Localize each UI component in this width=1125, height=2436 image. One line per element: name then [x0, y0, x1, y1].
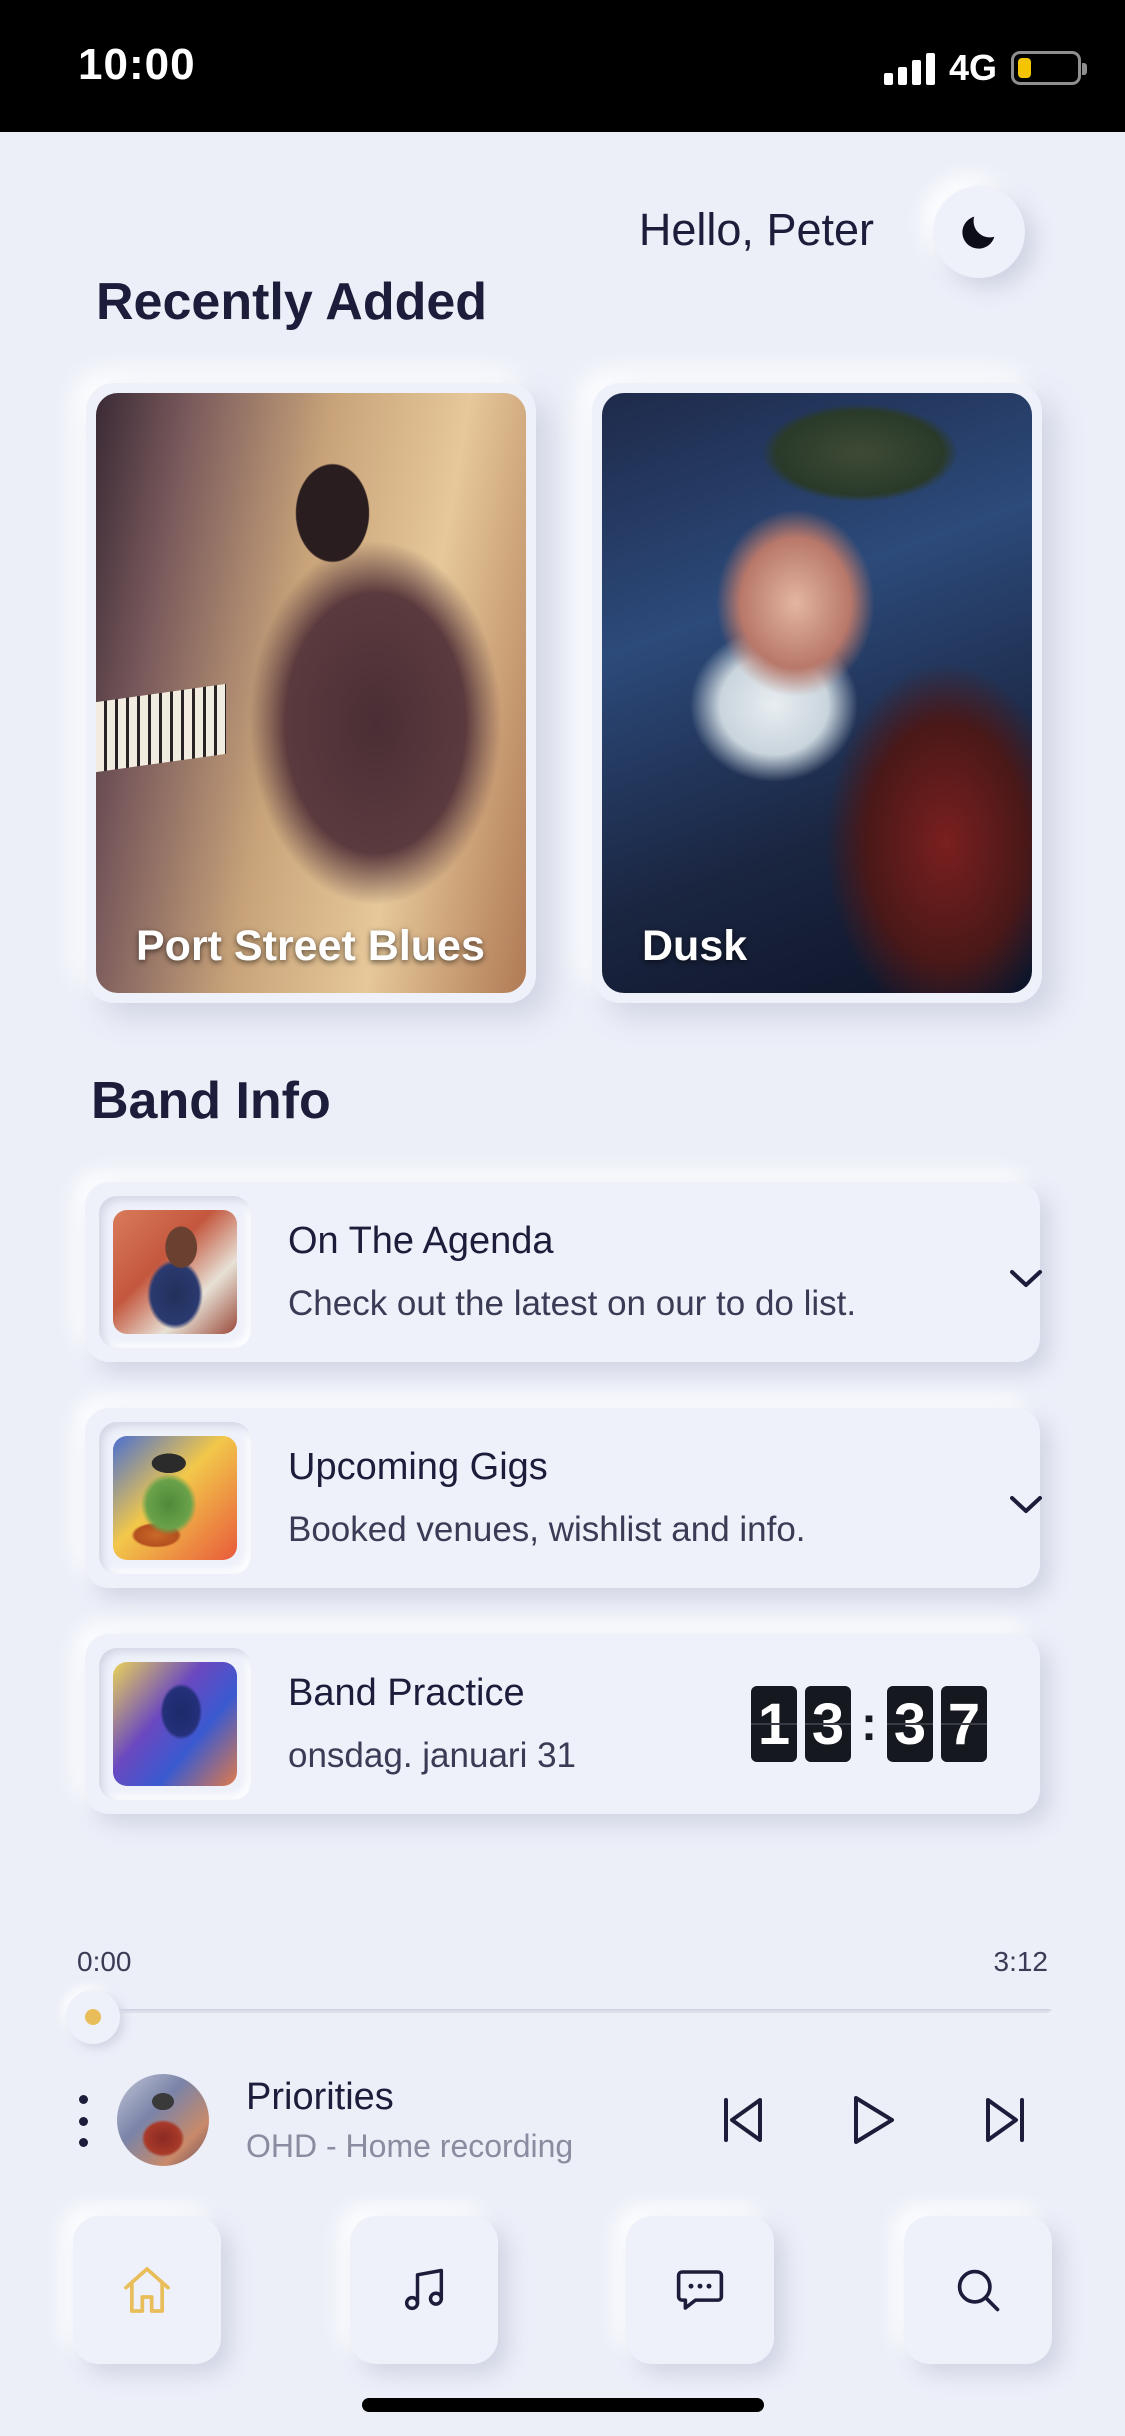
album-art: Port Street Blues	[96, 393, 526, 993]
network-type: 4G	[948, 47, 997, 88]
card-title: Band Practice	[288, 1672, 525, 1714]
elapsed-time: 0:00	[77, 1946, 132, 1977]
clock-digit: 1	[751, 1686, 797, 1762]
nav-search-button[interactable]	[904, 2216, 1052, 2364]
next-track-icon[interactable]	[982, 2092, 1028, 2148]
nav-chat-button[interactable]	[626, 2216, 774, 2364]
info-card-practice[interactable]: Band Practice onsdag. januari 31 1 3 : 3…	[85, 1634, 1040, 1814]
album-title: Dusk	[642, 922, 748, 970]
chat-icon	[676, 2270, 724, 2310]
more-options-icon[interactable]	[76, 2095, 90, 2147]
card-subtitle: Booked venues, wishlist and info.	[288, 1510, 806, 1549]
status-bar: 10:00 4G	[0, 0, 1125, 132]
album-art: Dusk	[602, 393, 1032, 993]
card-image	[113, 1210, 237, 1334]
status-indicators: 4G	[883, 46, 1087, 90]
music-note-icon	[404, 2268, 444, 2311]
search-icon	[957, 2269, 1000, 2312]
previous-track-icon[interactable]	[720, 2092, 766, 2148]
home-indicator	[362, 2398, 764, 2412]
status-time: 10:00	[78, 40, 196, 89]
card-subtitle: onsdag. januari 31	[288, 1736, 576, 1775]
album-title: Port Street Blues	[136, 922, 485, 970]
album-card[interactable]: Port Street Blues	[86, 383, 536, 1003]
chevron-down-icon[interactable]	[1008, 1494, 1044, 1516]
album-card[interactable]: Dusk	[592, 383, 1042, 1003]
clock-digit: 3	[886, 1686, 933, 1762]
battery-icon	[1011, 51, 1087, 85]
clock-digit: 7	[940, 1686, 987, 1762]
card-title: Upcoming Gigs	[288, 1446, 548, 1488]
card-thumbnail	[99, 1422, 251, 1574]
card-title: On The Agenda	[288, 1220, 554, 1262]
moon-icon	[962, 216, 995, 249]
track-title: Priorities	[246, 2076, 394, 2118]
clock-digit: 3	[805, 1686, 851, 1762]
progress-bar[interactable]	[92, 2009, 1052, 2015]
info-card-gigs[interactable]: Upcoming Gigs Booked venues, wishlist an…	[85, 1408, 1042, 1588]
flip-clock: 1 3 : 3 7	[751, 1686, 987, 1762]
section-title-recently-added: Recently Added	[96, 273, 488, 331]
card-thumbnail	[99, 1196, 251, 1348]
card-image	[113, 1662, 237, 1786]
card-thumbnail	[99, 1648, 251, 1800]
play-icon[interactable]	[850, 2092, 898, 2148]
progress-handle[interactable]	[66, 1990, 120, 2044]
nav-home-button[interactable]	[73, 2216, 221, 2364]
home-icon	[124, 2267, 170, 2313]
section-title-band-info: Band Info	[91, 1072, 331, 1130]
chevron-down-icon[interactable]	[1008, 1268, 1044, 1290]
info-card-agenda[interactable]: On The Agenda Check out the latest on ou…	[85, 1182, 1042, 1362]
card-subtitle: Check out the latest on our to do list.	[288, 1284, 857, 1323]
theme-toggle-button[interactable]	[933, 186, 1025, 278]
nav-music-button[interactable]	[350, 2216, 498, 2364]
piano-illustration	[96, 683, 226, 773]
clock-separator: :	[861, 1697, 877, 1751]
card-image	[113, 1436, 237, 1560]
cellular-signal-icon	[883, 51, 935, 85]
track-subtitle: OHD - Home recording	[246, 2128, 574, 2164]
track-duration: 3:12	[993, 1946, 1049, 1977]
track-artwork	[117, 2074, 209, 2166]
greeting: Hello, Peter	[638, 204, 874, 255]
